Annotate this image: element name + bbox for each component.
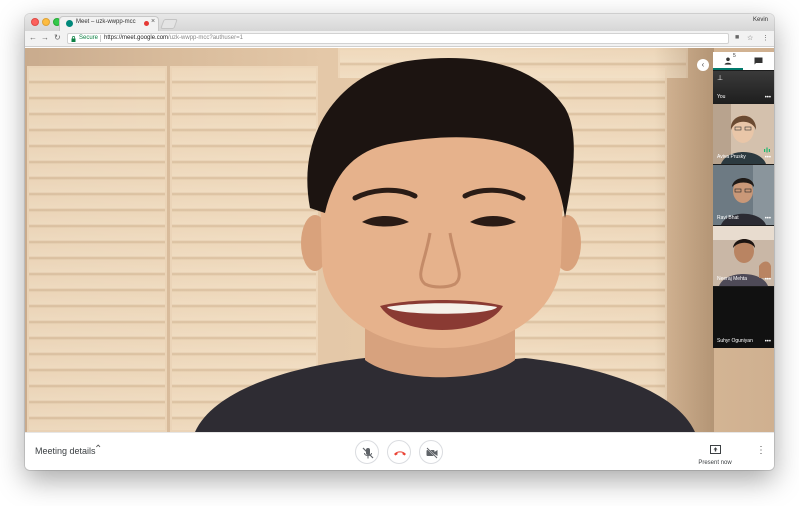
more-options-icon[interactable]: ••• xyxy=(765,155,771,161)
secure-label: Secure xyxy=(79,35,99,41)
microphone-toggle-button[interactable] xyxy=(355,440,379,464)
forward-arrow-icon[interactable]: → xyxy=(41,33,49,42)
tab-close-icon[interactable]: × xyxy=(151,18,155,25)
tab-chat[interactable] xyxy=(744,52,774,70)
present-now-label: Present now xyxy=(698,460,732,466)
meeting-controls-bar: Meeting details ⌃ Present now ⋮ xyxy=(25,432,774,470)
speaking-indicator-icon xyxy=(764,147,770,153)
browser-menu-icon[interactable]: ⋮ xyxy=(762,34,769,42)
camera-off-icon xyxy=(426,447,438,459)
hang-up-button[interactable] xyxy=(387,440,411,464)
more-options-icon[interactable]: ••• xyxy=(765,339,771,345)
address-bar[interactable]: Secure https://meet.google.com/uzk-wwpp-… xyxy=(67,33,729,44)
panel-tabs: 5 xyxy=(713,52,774,70)
participant-name: Suhyr Oguniyan xyxy=(717,338,753,344)
participant-name: You xyxy=(717,94,726,100)
browser-window: Meet – uzk-wwpp-mcc × Kevin ← → ↻ Secure… xyxy=(25,14,774,470)
participant-name: Neeraj Mehta xyxy=(717,276,748,282)
close-window-button[interactable] xyxy=(31,18,39,26)
camera-permission-icon[interactable]: ■ xyxy=(735,34,739,41)
present-screen-icon xyxy=(709,445,721,454)
tab-title: Meet – uzk-wwpp-mcc xyxy=(76,19,136,25)
participant-name: Aviva Prusky xyxy=(717,154,746,160)
participant-name: Ravi Bhat xyxy=(717,215,739,221)
participant-tile[interactable]: Suhyr Oguniyan ••• xyxy=(713,287,774,348)
url-text: https://meet.google.com/uzk-wwpp-mcc?aut… xyxy=(104,35,243,41)
chat-icon xyxy=(754,57,763,65)
main-video-feed xyxy=(25,48,774,432)
reload-icon[interactable]: ↻ xyxy=(54,33,61,42)
camera-toggle-button[interactable] xyxy=(419,440,443,464)
lock-icon xyxy=(71,36,76,42)
url-host: https://meet.google.com xyxy=(104,35,169,41)
tab-people[interactable]: 5 xyxy=(713,52,743,70)
collapse-panel-button[interactable]: ‹ xyxy=(697,59,709,71)
participant-tile[interactable]: Ravi Bhat ••• xyxy=(713,165,774,225)
omnibox-divider xyxy=(100,35,101,42)
participant-tile[interactable]: Neeraj Mehta ••• xyxy=(713,226,774,286)
profile-name[interactable]: Kevin xyxy=(753,17,768,23)
more-options-icon[interactable]: ••• xyxy=(765,216,771,222)
microphone-off-icon xyxy=(362,447,374,459)
url-path: /uzk-wwpp-mcc?authuser=1 xyxy=(168,35,243,41)
browser-toolbar: ← → ↻ Secure https://meet.google.com/uzk… xyxy=(25,31,774,47)
pin-icon[interactable]: ⊥ xyxy=(717,74,723,82)
participants-panel: 5 ⊥ You ••• Aviva Prusky ••• Ravi Bhat •… xyxy=(713,52,774,348)
more-options-icon[interactable]: ••• xyxy=(765,95,771,101)
back-arrow-icon[interactable]: ← xyxy=(29,33,37,42)
participant-tile[interactable]: Aviva Prusky ••• xyxy=(713,104,774,164)
speaker-video xyxy=(195,57,695,432)
new-tab-button[interactable] xyxy=(160,19,178,29)
title-bar: Meet – uzk-wwpp-mcc × Kevin xyxy=(25,14,774,31)
hang-up-icon xyxy=(394,451,406,456)
chevron-up-icon[interactable]: ⌃ xyxy=(94,444,102,455)
shutter-panel xyxy=(27,66,167,432)
present-now-button[interactable]: Present now xyxy=(697,441,733,466)
meeting-details-button[interactable]: Meeting details xyxy=(35,446,96,456)
bookmark-star-icon[interactable]: ☆ xyxy=(747,34,753,42)
more-options-icon[interactable]: ••• xyxy=(765,277,771,283)
meet-favicon-icon xyxy=(66,20,73,27)
minimize-window-button[interactable] xyxy=(42,18,50,26)
more-options-icon[interactable]: ⋮ xyxy=(756,445,766,456)
recording-indicator-icon xyxy=(144,21,149,26)
people-count: 5 xyxy=(733,53,736,59)
participant-tile-you[interactable]: ⊥ You ••• xyxy=(713,71,774,104)
browser-tab[interactable]: Meet – uzk-wwpp-mcc × xyxy=(59,16,159,31)
people-icon xyxy=(724,57,732,65)
